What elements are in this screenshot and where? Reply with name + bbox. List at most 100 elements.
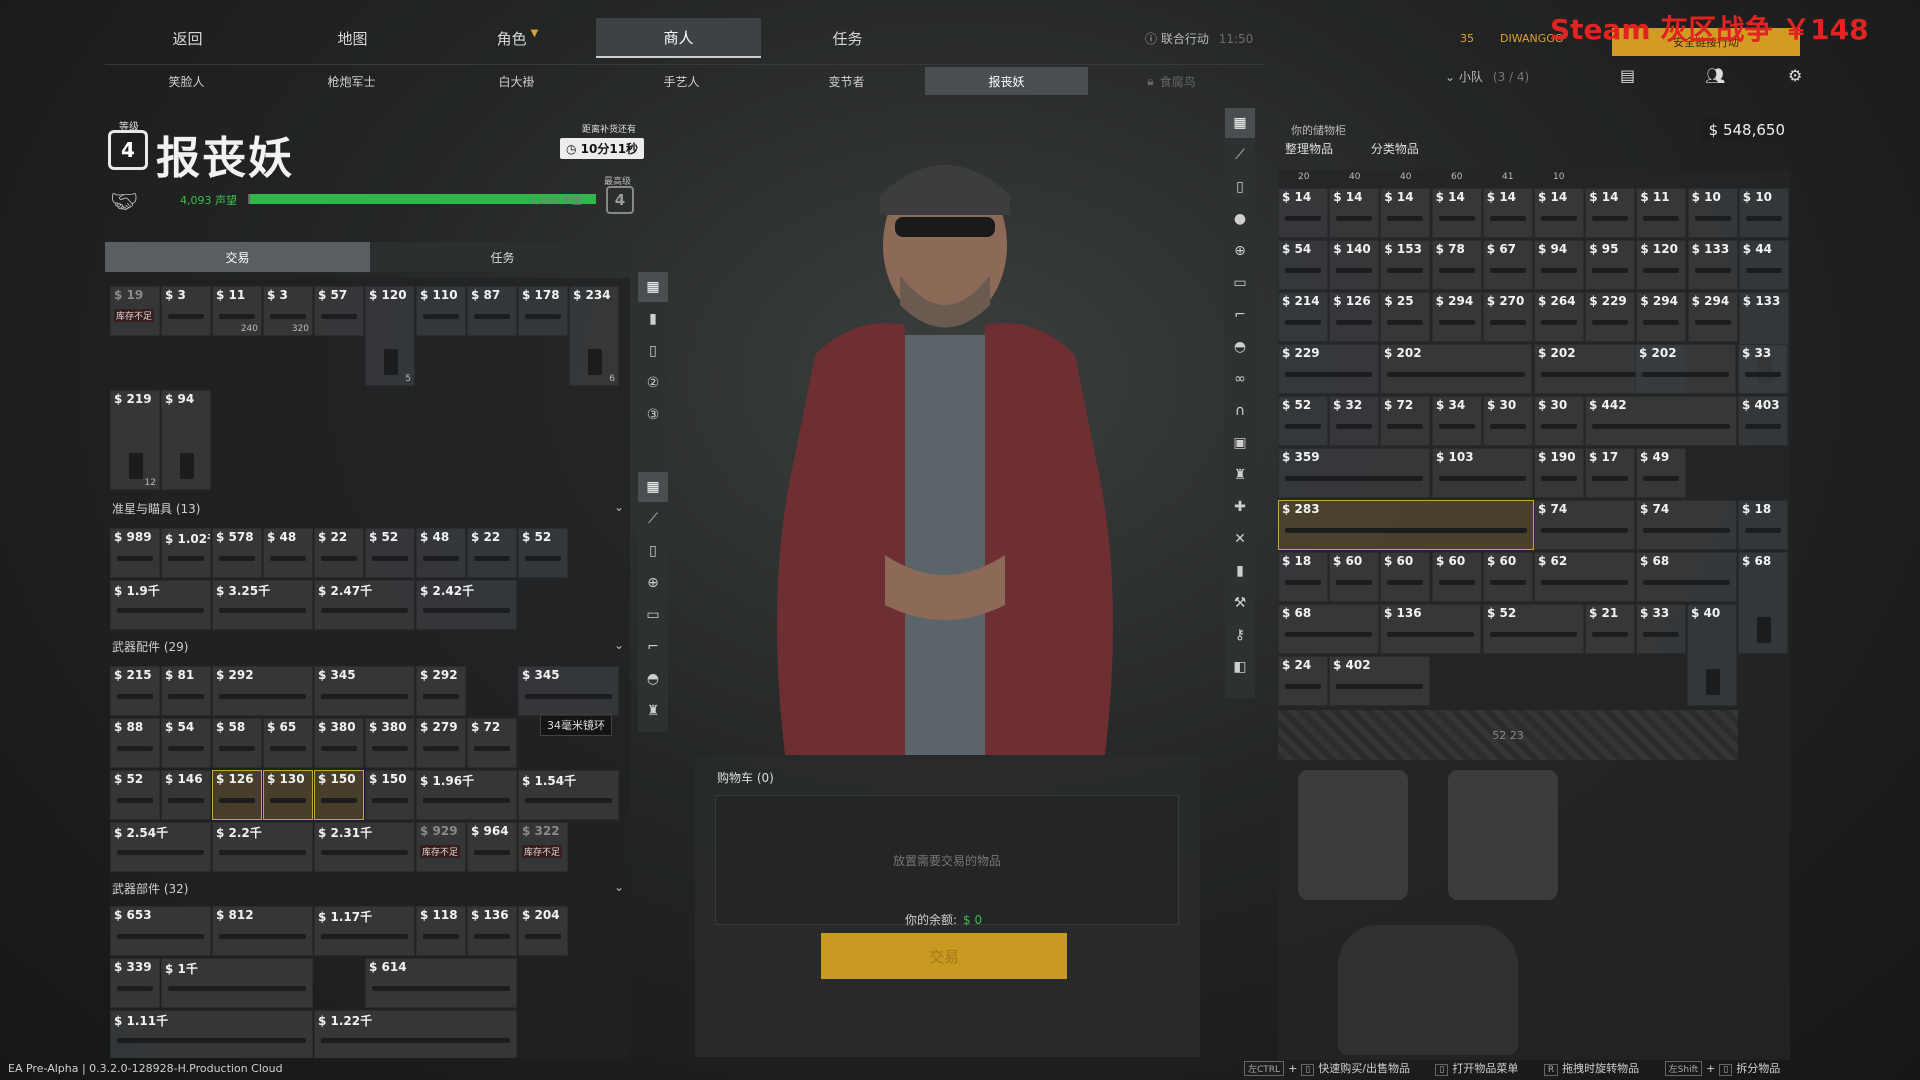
- item-cell[interactable]: $ 68: [1278, 604, 1379, 654]
- item-cell[interactable]: $ 18: [1278, 552, 1328, 602]
- chat-icon[interactable]: ▤: [1620, 66, 1635, 85]
- ammo-icon[interactable]: ▮: [638, 304, 668, 334]
- scope-icon[interactable]: ⊕: [1225, 236, 1255, 266]
- item-cell[interactable]: $ 52: [365, 528, 415, 578]
- item-cell[interactable]: $ 17: [1585, 448, 1635, 498]
- item-cell[interactable]: $ 150: [314, 770, 364, 820]
- item-cell[interactable]: $ 380: [314, 718, 364, 768]
- magazine-icon[interactable]: ▯: [638, 536, 668, 566]
- level-3-icon[interactable]: ③: [638, 400, 668, 430]
- item-cell[interactable]: $ 33: [1636, 604, 1686, 654]
- item-cell[interactable]: $ 150: [365, 770, 415, 820]
- categorize-items-button[interactable]: 分类物品: [1371, 142, 1419, 156]
- item-cell[interactable]: $ 283: [1278, 500, 1534, 550]
- grenade-icon[interactable]: ●: [1225, 204, 1255, 234]
- item-cell[interactable]: $ 48: [263, 528, 313, 578]
- vest-item[interactable]: [1298, 770, 1408, 900]
- tab-trade[interactable]: 交易: [105, 242, 370, 272]
- item-cell[interactable]: $ 88: [110, 718, 160, 768]
- item-cell[interactable]: $ 294: [1431, 292, 1482, 342]
- item-cell[interactable]: $ 74: [1636, 500, 1737, 550]
- section-sights[interactable]: 准星与瞄具 (13) ⌄: [110, 500, 630, 522]
- item-cell[interactable]: $ 40: [1687, 604, 1737, 706]
- trader-inventory[interactable]: 准星与瞄具 (13) ⌄ 武器配件 (29) ⌄ 武器部件 (32) ⌄ 34毫米镜环…: [110, 278, 630, 1058]
- item-cell[interactable]: $ 44: [1738, 240, 1789, 290]
- item-cell[interactable]: $ 133: [1687, 240, 1738, 290]
- item-cell[interactable]: $ 294: [1636, 292, 1687, 342]
- item-cell[interactable]: $ 264: [1534, 292, 1584, 342]
- item-cell[interactable]: $ 58: [212, 718, 262, 768]
- item-cell[interactable]: $ 14: [1278, 188, 1328, 238]
- tools-icon[interactable]: ⚒: [1225, 588, 1255, 618]
- item-cell[interactable]: $ 2.47千: [314, 580, 415, 630]
- item-cell[interactable]: $ 14: [1431, 188, 1482, 238]
- item-cell[interactable]: $ 118: [416, 906, 466, 956]
- item-cell[interactable]: $ 322 库存不足: [518, 822, 568, 872]
- nav-tab-back[interactable]: 返回: [105, 18, 270, 58]
- cart-drop-zone[interactable]: 放置需要交易的物品: [715, 795, 1179, 925]
- item-cell[interactable]: $ 130: [263, 770, 313, 820]
- item-cell[interactable]: $ 989: [110, 528, 160, 578]
- helmet-icon[interactable]: ◓: [1225, 332, 1255, 362]
- item-cell[interactable]: $ 153: [1380, 240, 1431, 290]
- trader-tab-craftsman[interactable]: 手艺人: [600, 67, 763, 95]
- item-cell[interactable]: $ 14: [1585, 188, 1636, 238]
- trader-tab-renegade[interactable]: 变节者: [765, 67, 928, 95]
- nav-tab-tasks[interactable]: 任务: [765, 18, 930, 58]
- item-cell[interactable]: $ 2.54千: [110, 822, 211, 872]
- item-cell[interactable]: $ 136: [467, 906, 517, 956]
- item-cell[interactable]: $ 60: [1380, 552, 1430, 602]
- item-cell[interactable]: $ 32: [1329, 396, 1379, 446]
- item-cell[interactable]: $ 103: [1432, 448, 1533, 498]
- grid-icon[interactable]: ▦: [638, 472, 668, 502]
- section-parts[interactable]: 武器部件 (32) ⌄: [110, 880, 630, 902]
- item-cell[interactable]: $ 3.25千: [212, 580, 313, 630]
- item-cell[interactable]: $ 10: [1687, 188, 1738, 238]
- item-cell[interactable]: $ 120 5: [365, 286, 415, 386]
- item-cell[interactable]: $ 2.2千: [212, 822, 313, 872]
- box-icon[interactable]: ◧: [1225, 652, 1255, 682]
- item-cell[interactable]: $ 11: [1636, 188, 1687, 238]
- grip-icon[interactable]: ⌐: [638, 632, 668, 662]
- item-cell[interactable]: $ 65: [263, 718, 313, 768]
- vest-item[interactable]: [1448, 770, 1558, 900]
- sort-items-button[interactable]: 整理物品: [1285, 142, 1333, 156]
- item-cell[interactable]: $ 1.54千: [518, 770, 619, 820]
- item-cell[interactable]: $ 202: [1635, 344, 1736, 394]
- item-cell[interactable]: $ 234 6: [569, 286, 619, 386]
- item-cell[interactable]: $ 339: [110, 958, 160, 1008]
- backpack-icon[interactable]: ♜: [1225, 460, 1255, 490]
- item-cell[interactable]: $ 178: [518, 286, 568, 336]
- cross-tools-icon[interactable]: ✕: [1225, 524, 1255, 554]
- knife-icon[interactable]: ⟋: [1225, 140, 1255, 170]
- item-cell[interactable]: $ 929 库存不足: [416, 822, 466, 872]
- trader-tab-gunsmith[interactable]: 枪炮军士: [270, 67, 433, 95]
- item-cell[interactable]: $ 2.42千: [416, 580, 517, 630]
- item-cell[interactable]: $ 345: [314, 666, 415, 716]
- item-cell[interactable]: $ 359: [1278, 448, 1430, 498]
- item-cell[interactable]: $ 22: [314, 528, 364, 578]
- item-cell[interactable]: $ 380: [365, 718, 415, 768]
- item-cell[interactable]: $ 52: [1483, 604, 1584, 654]
- item-cell[interactable]: $ 30: [1483, 396, 1533, 446]
- level-2-icon[interactable]: ②: [638, 368, 668, 398]
- item-cell[interactable]: $ 120: [1636, 240, 1687, 290]
- item-cell[interactable]: $ 146: [161, 770, 211, 820]
- section-attachments[interactable]: 武器配件 (29) ⌄: [110, 638, 630, 660]
- item-cell[interactable]: $ 1.17千: [314, 906, 415, 956]
- item-cell[interactable]: $ 964: [467, 822, 517, 872]
- item-cell[interactable]: $ 229: [1278, 344, 1379, 394]
- item-cell[interactable]: $ 22: [467, 528, 517, 578]
- item-cell[interactable]: $ 25: [1380, 292, 1431, 342]
- item-cell[interactable]: $ 292: [416, 666, 466, 716]
- medical-icon[interactable]: ✚: [1225, 492, 1255, 522]
- item-cell[interactable]: $ 204: [518, 906, 568, 956]
- item-cell[interactable]: $ 21: [1585, 604, 1635, 654]
- flashlight-icon[interactable]: ▮: [1225, 556, 1255, 586]
- item-cell[interactable]: $ 578: [212, 528, 262, 578]
- item-cell[interactable]: $ 402: [1329, 656, 1430, 706]
- item-cell[interactable]: $ 34: [1432, 396, 1482, 446]
- helmet-icon[interactable]: ◓: [638, 664, 668, 694]
- item-cell[interactable]: $ 126: [212, 770, 262, 820]
- item-cell[interactable]: $ 136: [1380, 604, 1481, 654]
